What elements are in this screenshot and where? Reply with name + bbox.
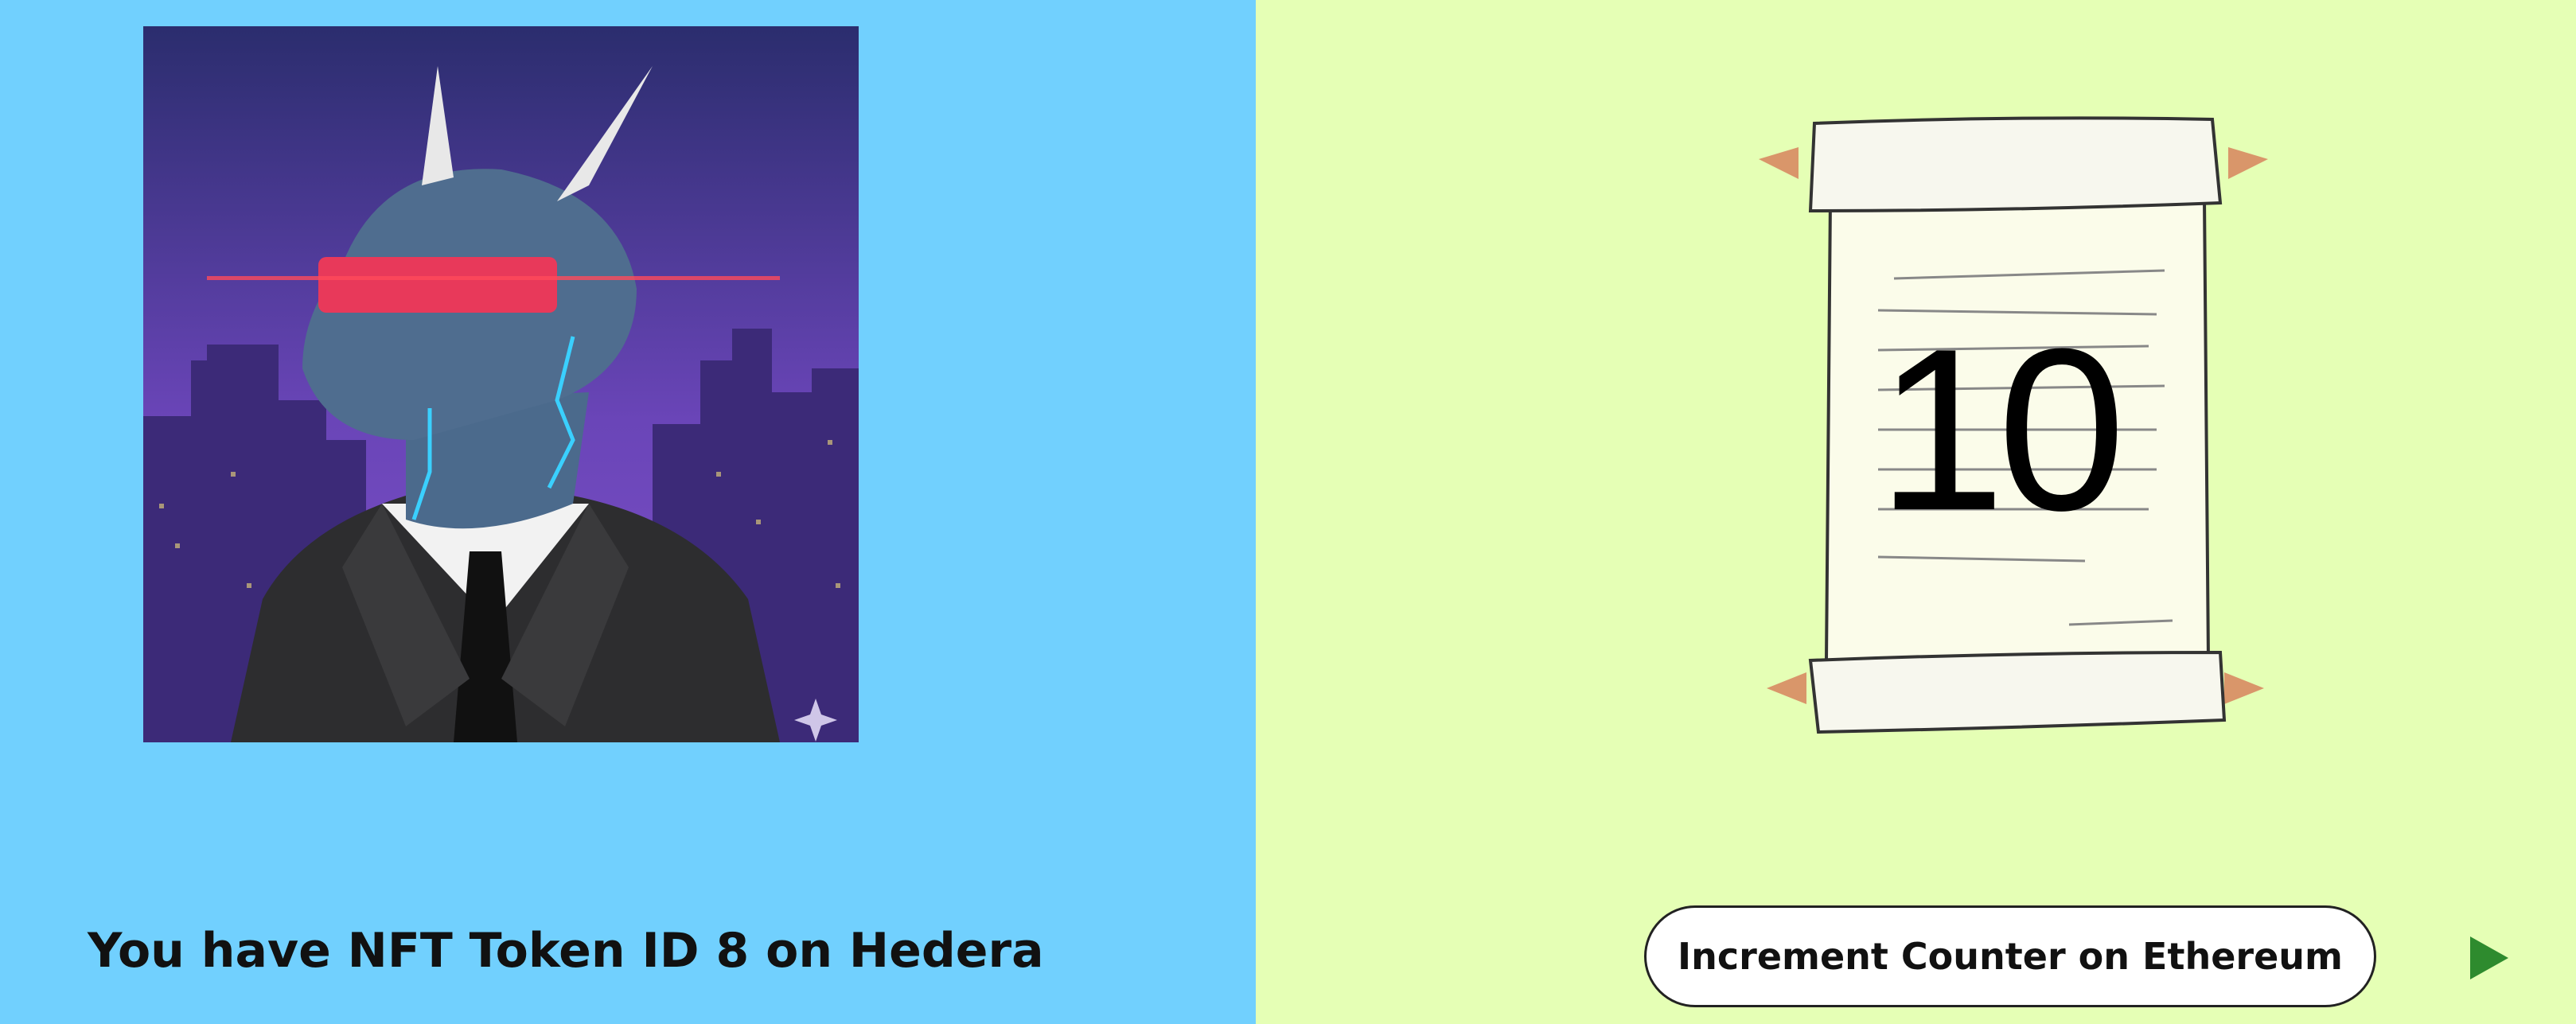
counter-value: 10 — [1876, 301, 2126, 559]
increment-button-label: Increment Counter on Ethereum — [1678, 935, 2343, 978]
nft-image — [143, 26, 859, 742]
play-icon[interactable] — [2470, 936, 2508, 979]
cyber-dragon-icon — [143, 26, 859, 742]
increment-counter-button[interactable]: Increment Counter on Ethereum — [1644, 905, 2376, 1007]
nft-token-caption: You have NFT Token ID 8 on Hedera — [88, 923, 1044, 979]
